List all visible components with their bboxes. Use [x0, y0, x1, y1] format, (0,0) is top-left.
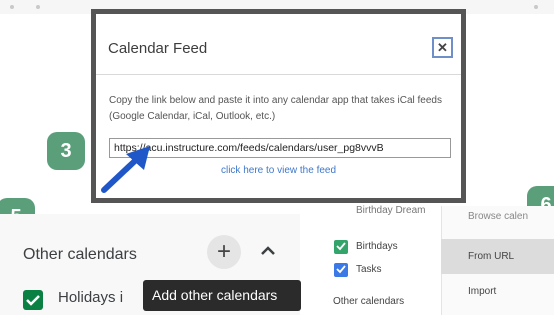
birthdays-label: Birthdays — [356, 241, 398, 252]
add-other-calendars-tooltip: Add other calendars — [143, 280, 301, 311]
dialog-description: Copy the link below and paste it into an… — [109, 95, 442, 122]
check-icon — [336, 242, 346, 251]
dialog-header: Calendar Feed ✕ — [96, 14, 461, 75]
tasks-label: Tasks — [356, 264, 382, 275]
strip-dot — [36, 5, 40, 9]
holidays-checkbox[interactable] — [23, 290, 43, 310]
feed-url-field[interactable]: https://acu.instructure.com/feeds/calend… — [109, 138, 451, 158]
chevron-up-icon[interactable] — [257, 240, 279, 262]
menu-item-browse[interactable]: Browse calen — [441, 208, 554, 226]
strip-dot — [10, 5, 14, 9]
strip-dot — [534, 5, 538, 9]
step-3-badge: 3 — [47, 132, 85, 170]
cut-off-calendar-label: Birthday Dream — [356, 205, 426, 216]
add-other-calendars-button[interactable]: + — [207, 235, 241, 269]
menu-item-from-url[interactable]: From URL — [441, 239, 554, 274]
other-calendars-heading: Other calendars — [23, 246, 137, 263]
tasks-checkbox[interactable] — [334, 263, 348, 277]
dialog-title: Calendar Feed — [108, 40, 208, 57]
check-icon — [336, 265, 346, 274]
pointer-arrow-icon — [101, 146, 150, 193]
birthdays-checkbox[interactable] — [334, 240, 348, 254]
menu-item-import[interactable]: Import — [441, 276, 554, 308]
other-calendars-heading-small: Other calendars — [333, 296, 405, 307]
holidays-calendar-label: Holidays i — [58, 289, 124, 306]
close-icon[interactable]: ✕ — [432, 37, 453, 58]
check-icon — [26, 295, 40, 306]
